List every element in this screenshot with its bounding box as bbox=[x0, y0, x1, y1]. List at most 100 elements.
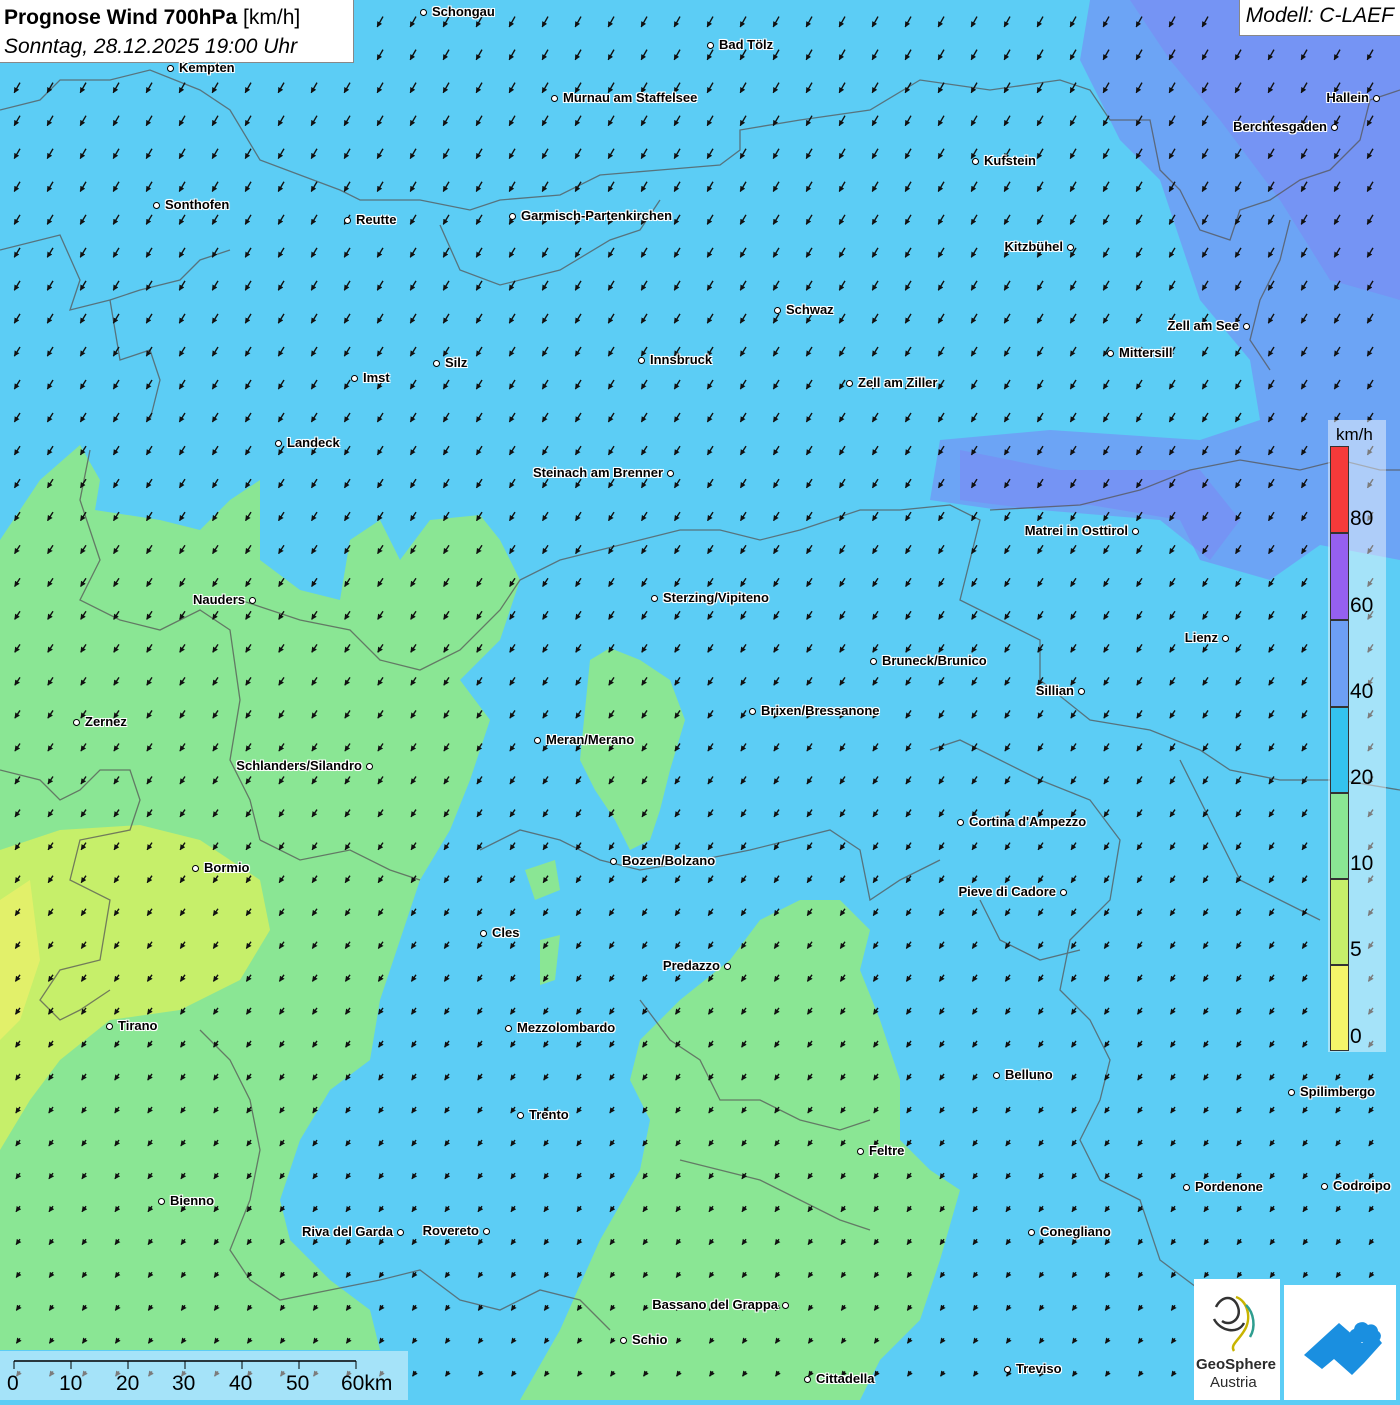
city-label: Kempten bbox=[179, 60, 235, 75]
city-marker bbox=[534, 737, 541, 744]
city-marker bbox=[249, 597, 256, 604]
city-label: Bozen/Bolzano bbox=[622, 853, 716, 868]
city-marker bbox=[749, 708, 756, 715]
city-marker bbox=[638, 357, 645, 364]
city-label: Cittadella bbox=[816, 1371, 875, 1386]
city-marker bbox=[366, 763, 373, 770]
city-marker bbox=[106, 1023, 113, 1030]
city-marker bbox=[620, 1337, 627, 1344]
city-label: Garmisch-Partenkirchen bbox=[521, 208, 673, 223]
legend-bar-20-40 bbox=[1330, 707, 1349, 793]
city-label: Landeck bbox=[287, 435, 340, 450]
city-marker bbox=[804, 1376, 811, 1383]
legend-bar-0-5 bbox=[1330, 965, 1349, 1051]
city-label: Zernez bbox=[85, 714, 127, 729]
city-label: Predazzo bbox=[662, 958, 720, 973]
city-marker bbox=[551, 95, 558, 102]
city-label: Treviso bbox=[1016, 1361, 1062, 1376]
city-label: Zell am Ziller bbox=[858, 375, 938, 390]
city-label: Cortina d'Ampezzo bbox=[969, 814, 1087, 829]
city-label: Schongau bbox=[432, 4, 495, 19]
city-marker bbox=[1321, 1183, 1328, 1190]
city-label: Sillian bbox=[1035, 683, 1074, 698]
legend-tick-5: 5 bbox=[1350, 938, 1362, 961]
city-marker bbox=[957, 819, 964, 826]
city-marker bbox=[1078, 688, 1085, 695]
city-label: Silz bbox=[445, 355, 468, 370]
city-label: Conegliano bbox=[1040, 1224, 1111, 1239]
city-marker bbox=[275, 440, 282, 447]
legend-unit: km/h bbox=[1336, 425, 1373, 444]
city-marker bbox=[480, 930, 487, 937]
map-title: Prognose Wind 700hPa [km/h] bbox=[4, 3, 349, 32]
model-label: Modell: C-LAEF bbox=[1238, 0, 1400, 36]
scale-label-30: 30 bbox=[172, 1372, 196, 1395]
city-marker bbox=[846, 380, 853, 387]
legend-tick-20: 20 bbox=[1350, 766, 1374, 789]
city-label: Lienz bbox=[1184, 630, 1218, 645]
city-marker bbox=[1222, 635, 1229, 642]
scale-label-60km: 60km bbox=[341, 1372, 393, 1395]
scale-label-0: 0 bbox=[7, 1372, 19, 1395]
city-marker bbox=[483, 1228, 490, 1235]
city-marker bbox=[724, 963, 731, 970]
legend-tick-10: 10 bbox=[1350, 852, 1374, 875]
geosphere-logo-subtext: Austria bbox=[1210, 1374, 1257, 1391]
city-marker bbox=[517, 1112, 524, 1119]
city-marker bbox=[192, 865, 199, 872]
city-label: Mezzolombardo bbox=[517, 1020, 616, 1035]
city-label: Pordenone bbox=[1195, 1179, 1263, 1194]
city-label: Reutte bbox=[356, 212, 397, 227]
city-label: Bassano del Grappa bbox=[652, 1297, 778, 1312]
legend-bar-60-80 bbox=[1330, 533, 1349, 620]
city-marker bbox=[972, 158, 979, 165]
city-label: Bruneck/Brunico bbox=[882, 653, 987, 668]
city-marker bbox=[610, 858, 617, 865]
city-marker bbox=[1028, 1229, 1035, 1236]
city-label: Bienno bbox=[170, 1193, 215, 1208]
mountain-cloud-icon bbox=[1304, 1322, 1382, 1375]
city-label: Kufstein bbox=[984, 153, 1036, 168]
city-label: Innsbruck bbox=[650, 352, 713, 367]
map-subtitle: Sonntag, 28.12.2025 19:00 Uhr bbox=[4, 35, 298, 58]
city-label: Mittersill bbox=[1119, 345, 1173, 360]
legend-tick-40: 40 bbox=[1350, 680, 1374, 703]
city-marker bbox=[667, 470, 674, 477]
city-marker bbox=[167, 65, 174, 72]
city-marker bbox=[870, 658, 877, 665]
city-label: Imst bbox=[363, 370, 390, 385]
city-marker bbox=[1132, 528, 1139, 535]
city-label: Rovereto bbox=[422, 1223, 479, 1238]
city-marker bbox=[993, 1072, 1000, 1079]
city-marker bbox=[158, 1198, 165, 1205]
map-title-main: Prognose Wind 700hPa bbox=[4, 6, 238, 29]
geosphere-logo-text: GeoSphere bbox=[1196, 1356, 1277, 1373]
legend-bar-80-plus bbox=[1330, 446, 1349, 533]
city-marker bbox=[509, 213, 516, 220]
city-label: Riva del Garda bbox=[301, 1224, 393, 1239]
city-label: Belluno bbox=[1005, 1067, 1053, 1082]
city-label: Pieve di Cadore bbox=[958, 884, 1056, 899]
city-label: Meran/Merano bbox=[546, 732, 635, 747]
legend-tick-0: 0 bbox=[1350, 1025, 1362, 1048]
city-label: Trento bbox=[529, 1107, 569, 1122]
scale-label-10: 10 bbox=[59, 1372, 83, 1395]
weather-app-logo[interactable] bbox=[1284, 1285, 1396, 1400]
city-marker bbox=[1288, 1089, 1295, 1096]
city-marker bbox=[782, 1302, 789, 1309]
city-marker bbox=[651, 595, 658, 602]
scale-label-40: 40 bbox=[229, 1372, 253, 1395]
city-label: Schio bbox=[632, 1332, 668, 1347]
map-title-unit: [km/h] bbox=[243, 6, 301, 29]
city-label: Sterzing/Vipiteno bbox=[663, 590, 769, 605]
city-label: Codroipo bbox=[1333, 1178, 1391, 1193]
city-label: Kitzbühel bbox=[1004, 239, 1064, 254]
city-marker bbox=[707, 42, 714, 49]
legend-tick-60: 60 bbox=[1350, 594, 1374, 617]
city-label: Hallein bbox=[1326, 90, 1369, 105]
city-label: Schwaz bbox=[786, 302, 834, 317]
city-marker bbox=[351, 375, 358, 382]
title-box: Prognose Wind 700hPa [km/h] Sonntag, 28.… bbox=[0, 0, 354, 63]
city-marker bbox=[1183, 1184, 1190, 1191]
city-label: Bormio bbox=[204, 860, 250, 875]
